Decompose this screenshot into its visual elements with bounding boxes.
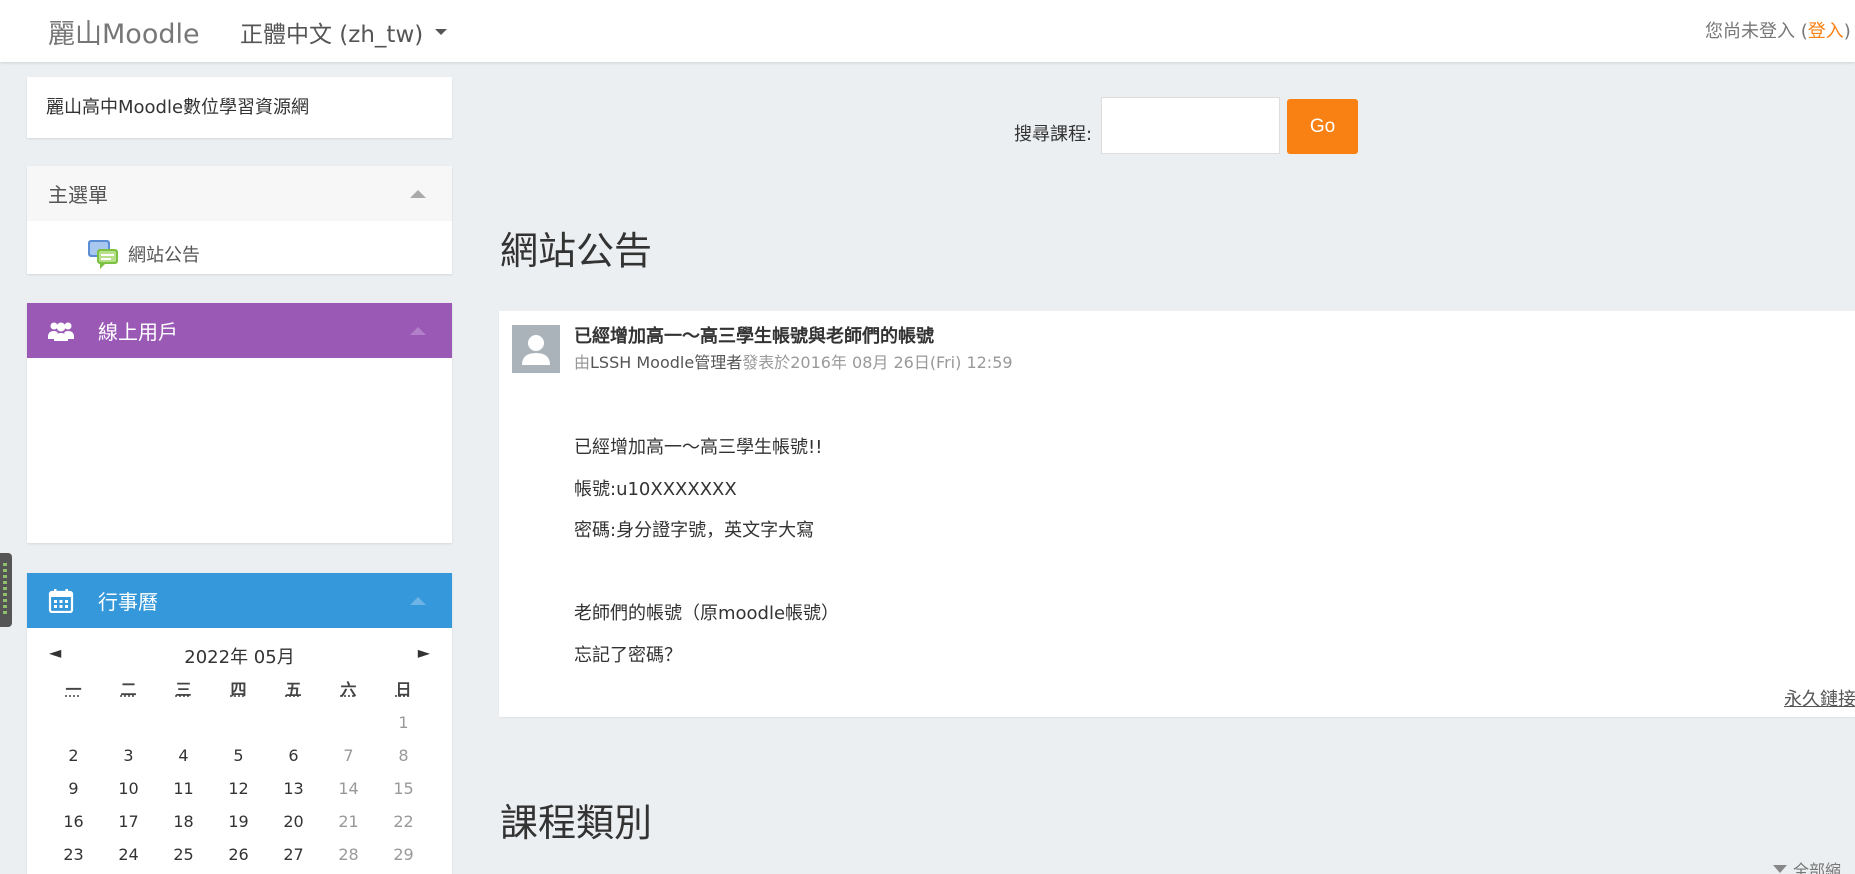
post-line: 忘記了密碼？ (574, 641, 682, 667)
calendar-header[interactable]: 行事曆 (27, 573, 452, 628)
calendar-day (156, 709, 211, 742)
main-menu-header[interactable]: 主選單 (27, 166, 452, 221)
calendar-day[interactable]: 24 (101, 841, 156, 874)
calendar-day (211, 709, 266, 742)
collapse-icon[interactable] (410, 327, 426, 335)
chevron-down-icon (1773, 865, 1787, 873)
calendar-day[interactable]: 10 (101, 775, 156, 808)
calendar-weekday-header: 日 (376, 676, 431, 709)
main-menu-block: 主選單 網站公告 (27, 166, 452, 274)
calendar-day[interactable]: 21 (321, 808, 376, 841)
calendar-day[interactable]: 4 (156, 742, 211, 775)
calendar-day[interactable]: 11 (156, 775, 211, 808)
user-silhouette-icon (512, 325, 560, 373)
menu-item-label: 網站公告 (128, 241, 200, 267)
post-date: 發表於2016年 08月 26日(Fri) 12:59 (742, 353, 1012, 372)
calendar-day[interactable]: 25 (156, 841, 211, 874)
online-users-header[interactable]: 線上用戶 (27, 303, 452, 358)
calendar-grid: 一二三四五六日 1 2 3 4 5 6 7 8 9 10 11 12 13 14 15 16 17 18 19 20 21… (46, 676, 431, 874)
post-line: 老師們的帳號（原moodle帳號） (574, 599, 839, 625)
online-users-block: 線上用戶 (27, 303, 452, 543)
login-info: 您尚未登入 (登入) (1705, 17, 1851, 43)
byline-prefix: 由 (574, 353, 590, 372)
site-name-block: 麗山高中Moodle數位學習資源網 (27, 77, 452, 138)
calendar-day[interactable]: 20 (266, 808, 321, 841)
calendar-nav: ◄ 2022年 05月 ► (27, 643, 452, 671)
calendar-day[interactable]: 6 (266, 742, 321, 775)
language-menu[interactable]: 正體中文 ‎(zh_tw)‎ (240, 15, 447, 49)
search-go-button[interactable]: Go (1287, 99, 1358, 154)
search-courses-input[interactable] (1101, 97, 1280, 154)
site-news-heading: 網站公告 (500, 220, 652, 275)
calendar-day[interactable]: 5 (211, 742, 266, 775)
main-menu-title: 主選單 (48, 179, 108, 208)
calendar-day[interactable]: 14 (321, 775, 376, 808)
course-categories-heading: 課程類別 (500, 792, 652, 847)
calendar-title: 行事曆 (98, 586, 158, 615)
top-navbar: 麗山Moodle 正體中文 ‎(zh_tw)‎ 您尚未登入 (登入) (0, 0, 1855, 62)
caret-down-icon[interactable] (435, 29, 447, 35)
calendar-day[interactable]: 1 (376, 709, 431, 742)
login-suffix: ) (1844, 21, 1851, 42)
next-month-icon[interactable]: ► (418, 643, 430, 662)
calendar-day[interactable]: 22 (376, 808, 431, 841)
collapse-icon[interactable] (410, 597, 426, 605)
calendar-day[interactable]: 28 (321, 841, 376, 874)
avatar[interactable] (512, 325, 560, 373)
calendar-day (101, 709, 156, 742)
calendar-day[interactable]: 18 (156, 808, 211, 841)
calendar-day[interactable]: 27 (266, 841, 321, 874)
calendar-block: 行事曆 ◄ 2022年 05月 ► 一二三四五六日 1 2 3 4 5 6 7 8 9 10 11 12… (27, 573, 452, 874)
calendar-weekday-header: 一 (46, 676, 101, 709)
forum-post: 已經增加高一～高三學生帳號與老師們的帳號 由LSSH Moodle管理者發表於2… (499, 311, 1855, 717)
collapse-all-label: 全部縮 (1793, 857, 1841, 874)
calendar-day[interactable]: 19 (211, 808, 266, 841)
collapse-icon[interactable] (410, 190, 426, 198)
calendar-weekday-header: 二 (101, 676, 156, 709)
post-byline: 由LSSH Moodle管理者發表於2016年 08月 26日(Fri) 12:… (574, 349, 1013, 373)
calendar-day (321, 709, 376, 742)
post-subject: 已經增加高一～高三學生帳號與老師們的帳號 (574, 322, 934, 348)
side-drawer-handle[interactable] (0, 553, 12, 627)
calendar-day[interactable]: 3 (101, 742, 156, 775)
calendar-month-label: 2022年 05月 (27, 643, 452, 669)
calendar-weekday-header: 五 (266, 676, 321, 709)
calendar-day[interactable]: 16 (46, 808, 101, 841)
calendar-day (266, 709, 321, 742)
calendar-day[interactable]: 8 (376, 742, 431, 775)
calendar-weekday-header: 四 (211, 676, 266, 709)
calendar-day[interactable]: 23 (46, 841, 101, 874)
search-courses-label: 搜尋課程: (1014, 120, 1092, 146)
calendar-weekday-header: 六 (321, 676, 376, 709)
calendar-day (46, 709, 101, 742)
calendar-icon (48, 589, 74, 613)
online-users-title: 線上用戶 (98, 316, 178, 345)
language-label[interactable]: 正體中文 ‎(zh_tw)‎ (240, 15, 423, 49)
calendar-day[interactable]: 7 (321, 742, 376, 775)
calendar-day[interactable]: 15 (376, 775, 431, 808)
calendar-day[interactable]: 2 (46, 742, 101, 775)
permalink-link[interactable]: 永久鏈接 (1784, 685, 1855, 711)
calendar-day[interactable]: 13 (266, 775, 321, 808)
post-line: 帳號:u10XXXXXXX (574, 475, 737, 501)
login-link[interactable]: 登入 (1808, 21, 1844, 42)
calendar-day[interactable]: 12 (211, 775, 266, 808)
menu-item-site-news[interactable]: 網站公告 (86, 238, 200, 270)
calendar-day[interactable]: 9 (46, 775, 101, 808)
collapse-all-link[interactable]: 全部縮 (1773, 857, 1841, 874)
login-prefix: 您尚未登入 ( (1705, 21, 1808, 42)
site-brand[interactable]: 麗山Moodle (48, 12, 200, 51)
users-icon (48, 319, 74, 343)
forum-icon (86, 238, 120, 270)
post-author-link[interactable]: LSSH Moodle管理者 (590, 353, 742, 372)
calendar-weekday-header: 三 (156, 676, 211, 709)
calendar-day[interactable]: 17 (101, 808, 156, 841)
post-line: 密碼:身分證字號，英文字大寫 (574, 516, 814, 542)
calendar-day[interactable]: 26 (211, 841, 266, 874)
site-name: 麗山高中Moodle數位學習資源網 (46, 97, 309, 118)
post-line: 已經增加高一～高三學生帳號!! (574, 433, 822, 459)
calendar-day[interactable]: 29 (376, 841, 431, 874)
